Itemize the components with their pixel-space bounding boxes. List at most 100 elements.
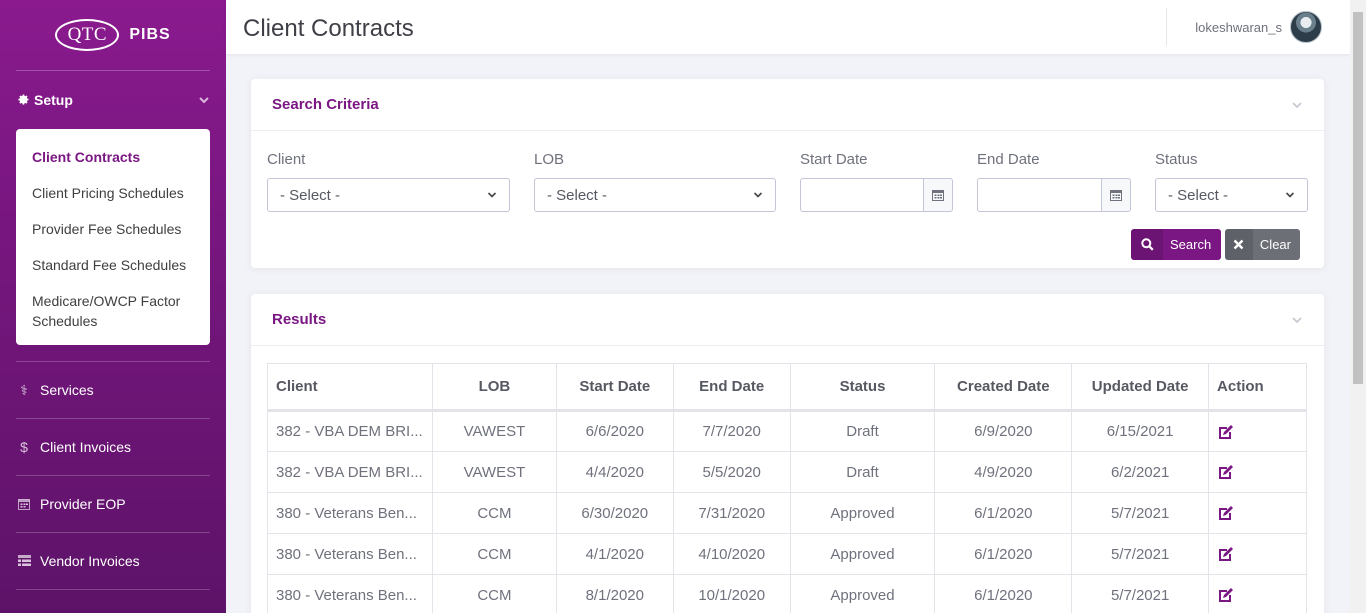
sidebar: QTC PIBS Setup Client Contracts Client P… xyxy=(0,0,226,613)
cell-created-date: 6/9/2020 xyxy=(934,410,1073,452)
end-date-group xyxy=(977,178,1131,212)
cell-status: Draft xyxy=(789,410,936,452)
cell-lob: CCM xyxy=(431,533,557,575)
column-header-start-date[interactable]: Start Date xyxy=(555,363,674,412)
cell-action xyxy=(1208,451,1307,493)
cell-status: Approved xyxy=(789,492,936,534)
results-header[interactable]: Results xyxy=(251,294,1324,346)
search-button[interactable]: Search xyxy=(1131,229,1221,260)
cell-updated-date: 6/2/2021 xyxy=(1071,451,1210,493)
chevron-down-icon[interactable] xyxy=(1291,99,1303,111)
results-title: Results xyxy=(272,311,327,328)
start-date-group xyxy=(800,178,953,212)
client-select-value: - Select - xyxy=(280,186,341,204)
edit-icon[interactable] xyxy=(1217,504,1235,522)
table-row[interactable]: 380 - Veterans Ben... CCM 6/30/2020 7/31… xyxy=(267,492,1307,534)
submenu-client-pricing-schedules[interactable]: Client Pricing Schedules xyxy=(16,175,210,211)
user-menu[interactable]: lokeshwaran_s xyxy=(1166,8,1322,46)
end-date-label: End Date xyxy=(977,151,1040,168)
lob-field: LOB - Select - xyxy=(534,151,776,212)
client-field: Client - Select - xyxy=(267,151,510,212)
username: lokeshwaran_s xyxy=(1195,19,1282,35)
search-icon xyxy=(1131,229,1163,260)
lob-label: LOB xyxy=(534,151,565,168)
clear-button[interactable]: Clear xyxy=(1225,229,1300,260)
table-row[interactable]: 382 - VBA DEM BRI... VAWEST 4/4/2020 5/5… xyxy=(267,451,1307,493)
page-scrollbar[interactable] xyxy=(1350,0,1366,613)
status-select[interactable]: - Select - xyxy=(1155,178,1308,212)
close-icon xyxy=(1225,229,1253,260)
cell-updated-date: 5/7/2021 xyxy=(1071,492,1210,534)
cell-lob: CCM xyxy=(431,492,557,534)
table-row[interactable]: 382 - VBA DEM BRI... VAWEST 6/6/2020 7/7… xyxy=(267,410,1307,452)
column-header-updated-date[interactable]: Updated Date xyxy=(1071,363,1210,412)
cell-start-date: 6/6/2020 xyxy=(555,410,674,452)
search-criteria-header[interactable]: Search Criteria xyxy=(251,79,1324,131)
column-header-end-date[interactable]: End Date xyxy=(672,363,791,412)
cell-client: 382 - VBA DEM BRI... xyxy=(267,410,433,452)
cell-client: 380 - Veterans Ben... xyxy=(267,533,433,575)
cell-client: 382 - VBA DEM BRI... xyxy=(267,451,433,493)
edit-icon[interactable] xyxy=(1217,463,1235,481)
sidebar-item-provider-eop[interactable]: Provider EOP xyxy=(16,476,210,533)
cell-action xyxy=(1208,492,1307,534)
qtc-logo: QTC xyxy=(55,19,120,51)
gear-icon xyxy=(18,94,29,105)
start-date-label: Start Date xyxy=(800,151,868,168)
chevron-down-icon xyxy=(1285,192,1295,198)
setup-label: Setup xyxy=(34,92,73,108)
cell-created-date: 6/1/2020 xyxy=(934,533,1073,575)
setup-submenu: Client Contracts Client Pricing Schedule… xyxy=(16,129,210,345)
column-header-client[interactable]: Client xyxy=(267,363,433,412)
column-header-lob[interactable]: LOB xyxy=(431,363,557,412)
cell-start-date: 8/1/2020 xyxy=(555,574,674,613)
chevron-down-icon xyxy=(487,192,497,198)
end-date-calendar-button[interactable] xyxy=(1101,178,1131,212)
client-select[interactable]: - Select - xyxy=(267,178,510,212)
chevron-down-icon[interactable] xyxy=(1291,314,1303,326)
cell-created-date: 4/9/2020 xyxy=(934,451,1073,493)
submenu-client-contracts[interactable]: Client Contracts xyxy=(16,139,210,175)
cell-client: 380 - Veterans Ben... xyxy=(267,492,433,534)
clear-button-label: Clear xyxy=(1259,237,1291,252)
table-row[interactable]: 380 - Veterans Ben... CCM 4/1/2020 4/10/… xyxy=(267,533,1307,575)
column-header-status[interactable]: Status xyxy=(789,363,936,412)
cell-start-date: 4/4/2020 xyxy=(555,451,674,493)
chevron-down-icon xyxy=(753,192,763,198)
calendar-icon xyxy=(1110,190,1122,201)
chevron-down-icon xyxy=(199,97,209,104)
calendar-icon xyxy=(16,498,32,510)
table-row[interactable]: 380 - Veterans Ben... CCM 8/1/2020 10/1/… xyxy=(267,574,1307,613)
edit-icon[interactable] xyxy=(1217,586,1235,604)
search-button-label: Search xyxy=(1170,237,1212,252)
column-header-created-date[interactable]: Created Date xyxy=(934,363,1073,412)
scrollbar-thumb[interactable] xyxy=(1353,12,1363,384)
sidebar-item-setup[interactable]: Setup xyxy=(0,71,226,129)
start-date-calendar-button[interactable] xyxy=(923,178,953,212)
calendar-icon xyxy=(932,190,944,201)
table-icon xyxy=(16,555,32,567)
brand[interactable]: QTC PIBS xyxy=(0,0,226,70)
submenu-provider-fee-schedules[interactable]: Provider Fee Schedules xyxy=(16,211,210,247)
edit-icon[interactable] xyxy=(1217,423,1235,441)
client-label: Client xyxy=(267,151,306,168)
sidebar-item-client-invoices[interactable]: $ Client Invoices xyxy=(16,419,210,476)
lob-select[interactable]: - Select - xyxy=(534,178,776,212)
avatar[interactable] xyxy=(1290,11,1322,43)
cell-lob: VAWEST xyxy=(431,410,557,452)
start-date-field: Start Date xyxy=(800,151,953,212)
end-date-input[interactable] xyxy=(977,178,1101,212)
sidebar-item-services[interactable]: ⚕ Services xyxy=(16,362,210,419)
edit-icon[interactable] xyxy=(1217,545,1235,563)
lob-select-value: - Select - xyxy=(547,186,608,204)
start-date-input[interactable] xyxy=(800,178,923,212)
submenu-medicare-owcp-factor-schedules[interactable]: Medicare/OWCP Factor Schedules xyxy=(16,283,210,339)
cell-status: Approved xyxy=(789,533,936,575)
cell-created-date: 6/1/2020 xyxy=(934,574,1073,613)
logo-text: QTC xyxy=(67,24,108,45)
sidebar-item-vendor-invoices[interactable]: Vendor Invoices xyxy=(16,533,210,590)
cell-status: Approved xyxy=(789,574,936,613)
cell-end-date: 10/1/2020 xyxy=(672,574,791,613)
status-label: Status xyxy=(1155,151,1198,168)
submenu-standard-fee-schedules[interactable]: Standard Fee Schedules xyxy=(16,247,210,283)
